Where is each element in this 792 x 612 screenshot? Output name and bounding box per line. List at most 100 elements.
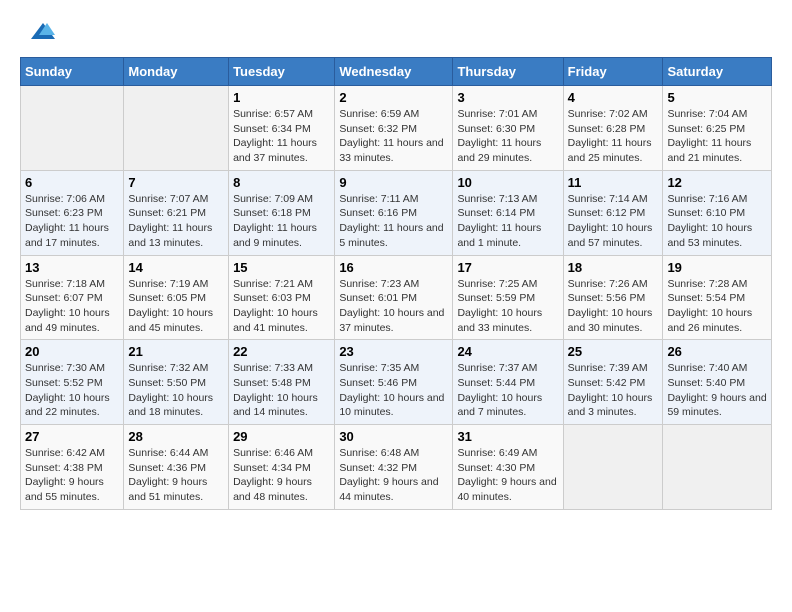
- day-number: 29: [233, 429, 330, 444]
- day-number: 26: [667, 344, 767, 359]
- day-info: Sunrise: 6:57 AMSunset: 6:34 PMDaylight:…: [233, 107, 330, 166]
- day-number: 30: [339, 429, 448, 444]
- calendar-cell: 27 Sunrise: 6:42 AMSunset: 4:38 PMDayligh…: [21, 425, 124, 510]
- day-info: Sunrise: 6:59 AMSunset: 6:32 PMDaylight:…: [339, 107, 448, 166]
- calendar-cell: 3 Sunrise: 7:01 AMSunset: 6:30 PMDaylight…: [453, 86, 563, 171]
- day-info: Sunrise: 7:01 AMSunset: 6:30 PMDaylight:…: [457, 107, 558, 166]
- day-number: 16: [339, 260, 448, 275]
- day-number: 18: [568, 260, 659, 275]
- day-number: 19: [667, 260, 767, 275]
- calendar-cell: 9 Sunrise: 7:11 AMSunset: 6:16 PMDaylight…: [335, 170, 453, 255]
- day-number: 7: [128, 175, 224, 190]
- calendar-cell: 30 Sunrise: 6:48 AMSunset: 4:32 PMDayligh…: [335, 425, 453, 510]
- day-info: Sunrise: 7:30 AMSunset: 5:52 PMDaylight:…: [25, 361, 119, 420]
- calendar-week-row: 6 Sunrise: 7:06 AMSunset: 6:23 PMDaylight…: [21, 170, 772, 255]
- day-header-sunday: Sunday: [21, 58, 124, 86]
- calendar-cell: 25Sunrise: 7:39 AMSunset: 5:42 PMDayligh…: [563, 340, 663, 425]
- day-info: Sunrise: 7:23 AMSunset: 6:01 PMDaylight:…: [339, 277, 448, 336]
- day-number: 31: [457, 429, 558, 444]
- calendar-cell: [563, 425, 663, 510]
- day-number: 20: [25, 344, 119, 359]
- day-number: 11: [568, 175, 659, 190]
- day-number: 2: [339, 90, 448, 105]
- calendar-cell: 17Sunrise: 7:25 AMSunset: 5:59 PMDayligh…: [453, 255, 563, 340]
- calendar-cell: 13Sunrise: 7:18 AMSunset: 6:07 PMDayligh…: [21, 255, 124, 340]
- day-info: Sunrise: 7:16 AMSunset: 6:10 PMDaylight:…: [667, 192, 767, 251]
- day-info: Sunrise: 7:04 AMSunset: 6:25 PMDaylight:…: [667, 107, 767, 166]
- day-number: 23: [339, 344, 448, 359]
- logo-icon: [23, 15, 55, 47]
- calendar-cell: [124, 86, 229, 171]
- day-number: 6: [25, 175, 119, 190]
- calendar-header-row: SundayMondayTuesdayWednesdayThursdayFrid…: [21, 58, 772, 86]
- day-info: Sunrise: 7:26 AMSunset: 5:56 PMDaylight:…: [568, 277, 659, 336]
- calendar-cell: 5 Sunrise: 7:04 AMSunset: 6:25 PMDaylight…: [663, 86, 772, 171]
- calendar-cell: 18 Sunrise: 7:26 AMSunset: 5:56 PMDayligh…: [563, 255, 663, 340]
- day-info: Sunrise: 7:21 AMSunset: 6:03 PMDaylight:…: [233, 277, 330, 336]
- day-number: 12: [667, 175, 767, 190]
- day-header-thursday: Thursday: [453, 58, 563, 86]
- day-info: Sunrise: 7:11 AMSunset: 6:16 PMDaylight:…: [339, 192, 448, 251]
- calendar-cell: 12 Sunrise: 7:16 AMSunset: 6:10 PMDayligh…: [663, 170, 772, 255]
- calendar-cell: 29 Sunrise: 6:46 AMSunset: 4:34 PMDayligh…: [229, 425, 335, 510]
- day-info: Sunrise: 7:09 AMSunset: 6:18 PMDaylight:…: [233, 192, 330, 251]
- day-number: 27: [25, 429, 119, 444]
- day-info: Sunrise: 7:02 AMSunset: 6:28 PMDaylight:…: [568, 107, 659, 166]
- day-info: Sunrise: 7:14 AMSunset: 6:12 PMDaylight:…: [568, 192, 659, 251]
- day-number: 24: [457, 344, 558, 359]
- calendar-cell: 1 Sunrise: 6:57 AMSunset: 6:34 PMDaylight…: [229, 86, 335, 171]
- day-header-tuesday: Tuesday: [229, 58, 335, 86]
- calendar-cell: 28 Sunrise: 6:44 AMSunset: 4:36 PMDayligh…: [124, 425, 229, 510]
- calendar-cell: 26 Sunrise: 7:40 AMSunset: 5:40 PMDayligh…: [663, 340, 772, 425]
- day-number: 22: [233, 344, 330, 359]
- day-number: 10: [457, 175, 558, 190]
- day-number: 5: [667, 90, 767, 105]
- calendar-week-row: 20 Sunrise: 7:30 AMSunset: 5:52 PMDayligh…: [21, 340, 772, 425]
- calendar-cell: 20 Sunrise: 7:30 AMSunset: 5:52 PMDayligh…: [21, 340, 124, 425]
- day-info: Sunrise: 7:32 AMSunset: 5:50 PMDaylight:…: [128, 361, 224, 420]
- day-info: Sunrise: 6:42 AMSunset: 4:38 PMDaylight:…: [25, 446, 119, 505]
- day-number: 9: [339, 175, 448, 190]
- calendar-cell: [663, 425, 772, 510]
- calendar-cell: 10 Sunrise: 7:13 AMSunset: 6:14 PMDayligh…: [453, 170, 563, 255]
- day-info: Sunrise: 6:48 AMSunset: 4:32 PMDaylight:…: [339, 446, 448, 505]
- day-info: Sunrise: 7:40 AMSunset: 5:40 PMDaylight:…: [667, 361, 767, 420]
- calendar-cell: 23 Sunrise: 7:35 AMSunset: 5:46 PMDayligh…: [335, 340, 453, 425]
- calendar-week-row: 1 Sunrise: 6:57 AMSunset: 6:34 PMDaylight…: [21, 86, 772, 171]
- day-number: 14: [128, 260, 224, 275]
- day-info: Sunrise: 6:49 AMSunset: 4:30 PMDaylight:…: [457, 446, 558, 505]
- calendar-table: SundayMondayTuesdayWednesdayThursdayFrid…: [20, 57, 772, 510]
- logo: [20, 20, 55, 47]
- calendar-cell: 14Sunrise: 7:19 AMSunset: 6:05 PMDayligh…: [124, 255, 229, 340]
- day-info: Sunrise: 7:13 AMSunset: 6:14 PMDaylight:…: [457, 192, 558, 251]
- day-info: Sunrise: 7:06 AMSunset: 6:23 PMDaylight:…: [25, 192, 119, 251]
- day-info: Sunrise: 7:39 AMSunset: 5:42 PMDaylight:…: [568, 361, 659, 420]
- day-info: Sunrise: 7:33 AMSunset: 5:48 PMDaylight:…: [233, 361, 330, 420]
- day-info: Sunrise: 7:28 AMSunset: 5:54 PMDaylight:…: [667, 277, 767, 336]
- day-info: Sunrise: 7:37 AMSunset: 5:44 PMDaylight:…: [457, 361, 558, 420]
- day-number: 4: [568, 90, 659, 105]
- calendar-cell: 24 Sunrise: 7:37 AMSunset: 5:44 PMDayligh…: [453, 340, 563, 425]
- day-number: 3: [457, 90, 558, 105]
- calendar-cell: 2 Sunrise: 6:59 AMSunset: 6:32 PMDaylight…: [335, 86, 453, 171]
- calendar-cell: 11 Sunrise: 7:14 AMSunset: 6:12 PMDayligh…: [563, 170, 663, 255]
- calendar-cell: 8Sunrise: 7:09 AMSunset: 6:18 PMDaylight…: [229, 170, 335, 255]
- day-number: 13: [25, 260, 119, 275]
- day-number: 21: [128, 344, 224, 359]
- calendar-week-row: 13Sunrise: 7:18 AMSunset: 6:07 PMDayligh…: [21, 255, 772, 340]
- day-number: 28: [128, 429, 224, 444]
- calendar-cell: 31 Sunrise: 6:49 AMSunset: 4:30 PMDayligh…: [453, 425, 563, 510]
- calendar-cell: 15Sunrise: 7:21 AMSunset: 6:03 PMDayligh…: [229, 255, 335, 340]
- calendar-cell: 16 Sunrise: 7:23 AMSunset: 6:01 PMDayligh…: [335, 255, 453, 340]
- day-number: 1: [233, 90, 330, 105]
- day-header-wednesday: Wednesday: [335, 58, 453, 86]
- day-info: Sunrise: 7:35 AMSunset: 5:46 PMDaylight:…: [339, 361, 448, 420]
- day-header-monday: Monday: [124, 58, 229, 86]
- calendar-cell: 21 Sunrise: 7:32 AMSunset: 5:50 PMDayligh…: [124, 340, 229, 425]
- day-info: Sunrise: 6:44 AMSunset: 4:36 PMDaylight:…: [128, 446, 224, 505]
- day-info: Sunrise: 6:46 AMSunset: 4:34 PMDaylight:…: [233, 446, 330, 505]
- calendar-cell: 22 Sunrise: 7:33 AMSunset: 5:48 PMDayligh…: [229, 340, 335, 425]
- calendar-week-row: 27 Sunrise: 6:42 AMSunset: 4:38 PMDayligh…: [21, 425, 772, 510]
- calendar-cell: [21, 86, 124, 171]
- day-info: Sunrise: 7:25 AMSunset: 5:59 PMDaylight:…: [457, 277, 558, 336]
